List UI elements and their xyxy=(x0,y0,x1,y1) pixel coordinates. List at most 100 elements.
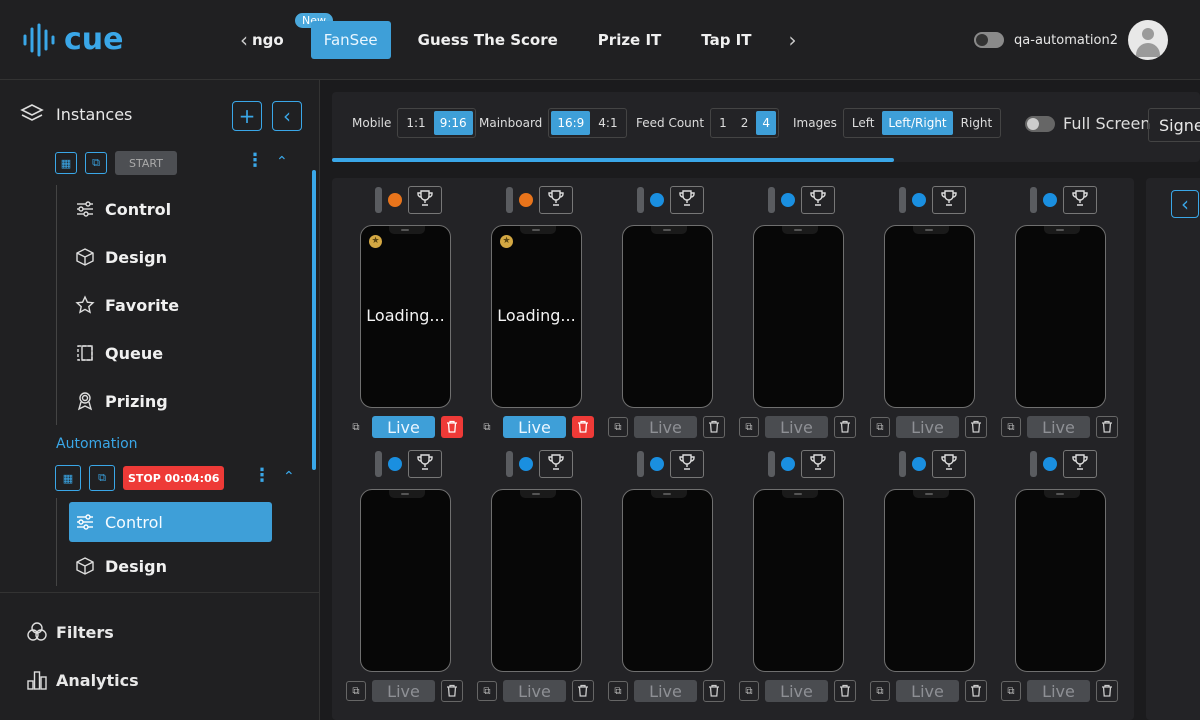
qr-code-button[interactable]: ▦ xyxy=(55,465,81,491)
ratio-9-16-option[interactable]: 9:16 xyxy=(433,111,473,135)
delete-button[interactable] xyxy=(1096,416,1118,438)
feed-toggle[interactable] xyxy=(375,187,382,213)
delete-button[interactable] xyxy=(834,416,856,438)
full-screen-toggle[interactable] xyxy=(1025,115,1055,132)
live-button[interactable]: Live xyxy=(372,416,435,438)
copy-button[interactable]: ⧉ xyxy=(1001,417,1021,437)
qr-code-button[interactable]: ▦ xyxy=(55,152,77,174)
start-button[interactable]: START xyxy=(115,151,177,175)
copy-button[interactable]: ⧉ xyxy=(870,417,890,437)
phone-preview[interactable] xyxy=(1015,489,1106,672)
tab-guess-the-score[interactable]: Guess The Score xyxy=(405,21,571,59)
theme-toggle[interactable] xyxy=(974,32,1005,48)
prize-button[interactable] xyxy=(408,186,442,214)
sidebar-scrollbar[interactable] xyxy=(312,170,316,470)
copy-button[interactable]: ⧉ xyxy=(608,681,628,701)
feed-toggle[interactable] xyxy=(899,187,906,213)
copy-button[interactable]: ⧉ xyxy=(477,681,497,701)
nav-analytics[interactable]: Analytics xyxy=(26,669,139,691)
delete-button[interactable] xyxy=(965,416,987,438)
feed-toggle[interactable] xyxy=(375,451,382,477)
collapse-sidebar-button[interactable]: ‹ xyxy=(272,101,302,131)
prize-button[interactable] xyxy=(801,186,835,214)
prize-button[interactable] xyxy=(408,450,442,478)
live-button[interactable]: Live xyxy=(896,416,959,438)
feed-toggle[interactable] xyxy=(768,451,775,477)
prize-button[interactable] xyxy=(932,450,966,478)
copy-button[interactable]: ⧉ xyxy=(870,681,890,701)
phone-preview[interactable] xyxy=(884,489,975,672)
images-right-option[interactable]: Right xyxy=(955,111,999,135)
tab-bingo[interactable]: ngo New xyxy=(252,13,333,59)
feed-toggle[interactable] xyxy=(899,451,906,477)
tab-fansee[interactable]: FanSee xyxy=(310,21,391,59)
expand-panel-button[interactable]: ‹ xyxy=(1171,190,1199,218)
menu-item-prizing[interactable]: Prizing xyxy=(57,377,272,425)
open-external-button[interactable]: ⧉ xyxy=(85,152,107,174)
phone-preview[interactable] xyxy=(491,489,582,672)
prize-button[interactable] xyxy=(539,186,573,214)
menu-item-control[interactable]: Control xyxy=(69,502,272,542)
copy-button[interactable]: ⧉ xyxy=(1001,681,1021,701)
add-instance-button[interactable]: + xyxy=(232,101,262,131)
phone-preview[interactable] xyxy=(360,489,451,672)
copy-button[interactable]: ⧉ xyxy=(346,681,366,701)
live-button[interactable]: Live xyxy=(896,680,959,702)
tab-prize-it[interactable]: Prize IT xyxy=(585,21,674,59)
menu-item-design[interactable]: Design xyxy=(57,233,272,281)
copy-button[interactable]: ⧉ xyxy=(739,417,759,437)
chevron-up-icon[interactable]: ⌃ xyxy=(276,154,288,170)
ratio-1-1-option[interactable]: 1:1 xyxy=(400,111,431,135)
more-options-button[interactable]: ⋮ xyxy=(253,465,271,486)
feed-count-4-option[interactable]: 4 xyxy=(756,111,777,135)
menu-item-favorite[interactable]: Favorite xyxy=(57,281,272,329)
phone-preview[interactable] xyxy=(753,489,844,672)
phone-preview[interactable] xyxy=(1015,225,1106,408)
copy-button[interactable]: ⧉ xyxy=(608,417,628,437)
feed-toggle[interactable] xyxy=(637,451,644,477)
delete-button[interactable] xyxy=(572,680,594,702)
phone-preview[interactable] xyxy=(884,225,975,408)
prize-button[interactable] xyxy=(670,450,704,478)
delete-button[interactable] xyxy=(703,416,725,438)
ratio-4-1-option[interactable]: 4:1 xyxy=(592,111,623,135)
menu-item-control[interactable]: Control xyxy=(57,185,272,233)
copy-button[interactable]: ⧉ xyxy=(346,417,366,437)
phone-preview[interactable]: ★ Loading... xyxy=(491,225,582,408)
signage-select[interactable]: Signe xyxy=(1148,108,1200,142)
live-button[interactable]: Live xyxy=(765,680,828,702)
delete-button[interactable] xyxy=(834,680,856,702)
delete-button[interactable] xyxy=(1096,680,1118,702)
live-button[interactable]: Live xyxy=(634,680,697,702)
phone-preview[interactable] xyxy=(753,225,844,408)
more-options-button[interactable]: ⋮ xyxy=(246,150,264,171)
tabs-next-button[interactable]: › xyxy=(778,20,806,60)
stop-button[interactable]: STOP 00:04:06 xyxy=(123,466,225,490)
open-external-button[interactable]: ⧉ xyxy=(89,465,115,491)
phone-preview[interactable] xyxy=(622,489,713,672)
prize-button[interactable] xyxy=(1063,450,1097,478)
feed-toggle[interactable] xyxy=(506,187,513,213)
delete-button[interactable] xyxy=(441,416,463,438)
live-button[interactable]: Live xyxy=(503,680,566,702)
feed-toggle[interactable] xyxy=(1030,451,1037,477)
delete-button[interactable] xyxy=(441,680,463,702)
delete-button[interactable] xyxy=(572,416,594,438)
feed-toggle[interactable] xyxy=(1030,187,1037,213)
images-left-right-option[interactable]: Left/Right xyxy=(882,111,953,135)
tab-tap-it[interactable]: Tap IT xyxy=(688,21,764,59)
feed-toggle[interactable] xyxy=(637,187,644,213)
ratio-16-9-option[interactable]: 16:9 xyxy=(551,111,591,135)
avatar[interactable] xyxy=(1128,20,1168,60)
cue-logo[interactable]: cue xyxy=(22,22,124,57)
live-button[interactable]: Live xyxy=(372,680,435,702)
menu-item-queue[interactable]: Queue xyxy=(57,329,272,377)
copy-button[interactable]: ⧉ xyxy=(477,417,497,437)
feed-count-1-option[interactable]: 1 xyxy=(713,111,733,135)
delete-button[interactable] xyxy=(703,680,725,702)
prize-button[interactable] xyxy=(670,186,704,214)
phone-preview[interactable] xyxy=(622,225,713,408)
chevron-up-icon[interactable]: ⌃ xyxy=(283,469,295,485)
prize-button[interactable] xyxy=(932,186,966,214)
live-button[interactable]: Live xyxy=(1027,680,1090,702)
